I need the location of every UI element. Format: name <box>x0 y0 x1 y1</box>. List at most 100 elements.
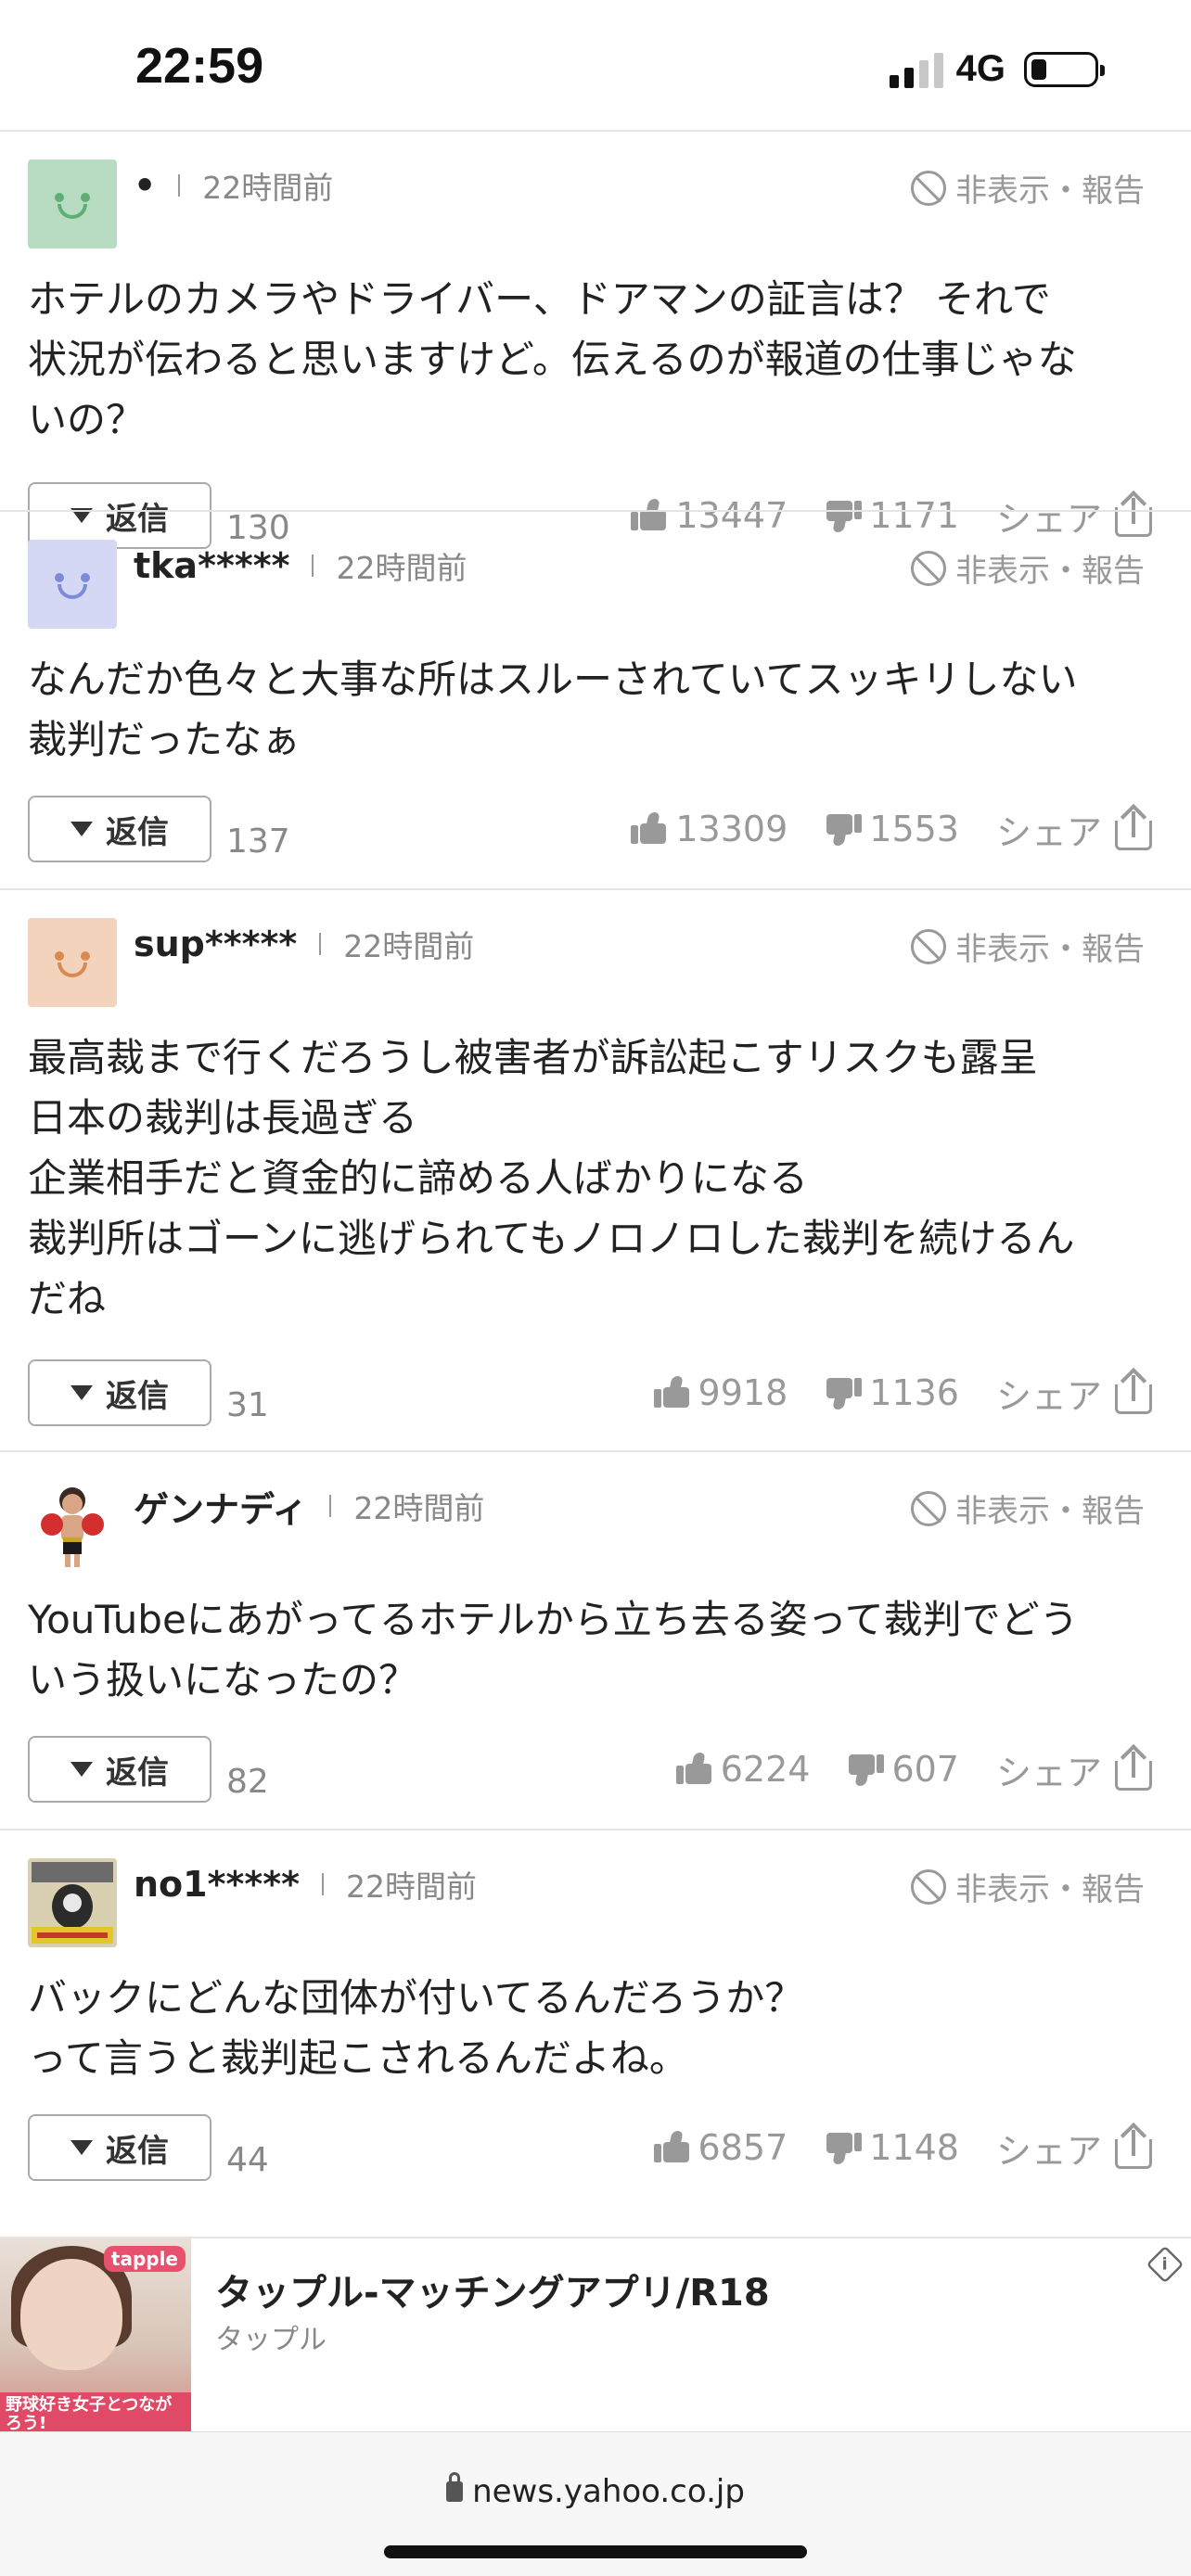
hide-report-button[interactable]: 非表示・報告 <box>911 1864 1145 1909</box>
comment-text: YouTubeにあがってるホテルから立ち去る姿って裁判でどう いう扱いになったの… <box>28 1597 1079 1702</box>
comment-item: no1***** 22時間前 非表示・報告 バックにどんな団体が付いてるんだろう… <box>0 1829 1191 2218</box>
ad-info-icon[interactable]: i <box>1146 2245 1185 2284</box>
hide-report-button[interactable]: 非表示・報告 <box>911 165 1145 210</box>
comment-item: sup***** 22時間前 非表示・報告 最高裁まで行くだろうし被害者が訴訟起… <box>0 888 1191 1450</box>
username[interactable]: tka***** <box>134 545 289 586</box>
username[interactable]: • <box>134 165 156 206</box>
like-button[interactable]: 13309 <box>631 809 788 849</box>
ad-thumb-banner: 野球好き女子とつながろう! <box>0 2392 191 2433</box>
dislike-button[interactable]: 1136 <box>825 1372 959 1413</box>
share-button[interactable]: シェア <box>995 2122 1152 2174</box>
thumbs-up-icon <box>653 2131 691 2164</box>
ad-banner[interactable]: tapple 野球好き女子とつながろう! タップル-マッチングアプリ/R18 タ… <box>0 2237 1191 2433</box>
boxer-avatar-icon <box>41 1487 104 1567</box>
comment-actions: 返信 31 9918 1136 シェア <box>28 1359 1152 1426</box>
badge-avatar-icon <box>28 1858 117 1947</box>
share-button[interactable]: シェア <box>995 1367 1152 1419</box>
comment-text: バックにどんな団体が付いてるんだろうか？ って言うと裁判起こされるんだよね。 <box>28 1975 804 2081</box>
timestamp: 22時間前 <box>202 170 334 206</box>
comment-item: tka***** 22時間前 非表示・報告 なんだか色々と大事な所はスルーされて… <box>0 510 1191 888</box>
signal-icon <box>889 51 943 88</box>
like-button[interactable]: 6857 <box>653 2127 788 2168</box>
avatar[interactable] <box>28 159 117 249</box>
reply-count: 44 <box>226 2141 269 2179</box>
username[interactable]: sup***** <box>134 924 297 964</box>
smiley-icon <box>28 159 117 249</box>
ban-icon <box>911 170 946 206</box>
reply-button[interactable]: 返信 <box>28 1736 211 1803</box>
avatar[interactable] <box>28 918 117 1007</box>
ad-brand-badge: tapple <box>103 2246 186 2272</box>
comment-meta: • 22時間前 <box>134 159 333 211</box>
url-display[interactable]: news.yahoo.co.jp <box>0 2472 1191 2510</box>
timestamp: 22時間前 <box>345 1868 477 1905</box>
avatar[interactable] <box>28 1858 117 1947</box>
avatar[interactable] <box>28 540 117 629</box>
thumbs-up-icon <box>653 1376 691 1409</box>
caret-down-icon <box>70 1762 93 1777</box>
dislike-button[interactable]: 607 <box>847 1749 959 1790</box>
share-icon <box>1115 1367 1152 1414</box>
reply-button[interactable]: 返信 <box>28 2114 211 2181</box>
ad-title[interactable]: タップル-マッチングアプリ/R18 <box>215 2263 770 2316</box>
comment-text: 最高裁まで行くだろうし被害者が訴訟起こすリスクも露呈 日本の裁判は長過ぎる 企業… <box>28 1035 1075 1321</box>
dislike-button[interactable]: 1148 <box>825 2127 959 2168</box>
hide-report-label: 非表示・報告 <box>955 172 1145 210</box>
dislike-count: 1148 <box>869 2127 959 2168</box>
lock-icon <box>446 2472 464 2502</box>
dislike-count: 607 <box>891 1749 959 1790</box>
thumbs-down-icon <box>825 1376 863 1409</box>
share-icon <box>1115 803 1152 850</box>
dislike-button[interactable]: 1553 <box>825 809 959 849</box>
timestamp: 22時間前 <box>343 928 475 964</box>
username[interactable]: ゲンナディ <box>134 1481 307 1532</box>
hide-report-label: 非表示・報告 <box>955 1871 1145 1908</box>
share-label: シェア <box>995 811 1102 853</box>
comment-item: ゲンナディ 22時間前 非表示・報告 YouTubeにあがってるホテルから立ち去… <box>0 1450 1191 1829</box>
ad-advertiser: タップル <box>215 2324 327 2356</box>
share-label: シェア <box>995 1375 1102 1417</box>
smiley-icon <box>28 918 117 1007</box>
like-count: 6224 <box>720 1749 811 1790</box>
like-button[interactable]: 9918 <box>653 1372 788 1413</box>
reply-button[interactable]: 返信 <box>28 1359 211 1426</box>
share-icon <box>1115 2122 1152 2169</box>
hide-report-button[interactable]: 非表示・報告 <box>911 545 1145 591</box>
share-button[interactable]: シェア <box>996 1743 1152 1795</box>
comment-meta: ゲンナディ 22時間前 <box>134 1480 484 1532</box>
avatar[interactable] <box>28 1480 117 1569</box>
status-bar: 22:59 4G <box>0 0 1191 130</box>
url-text: news.yahoo.co.jp <box>472 2473 745 2510</box>
reply-label: 返信 <box>106 813 169 851</box>
divider <box>321 1873 324 1895</box>
caret-down-icon <box>70 2140 93 2155</box>
share-button[interactable]: シェア <box>995 803 1152 855</box>
browser-url-bar[interactable]: news.yahoo.co.jp <box>0 2431 1191 2576</box>
thumbs-down-icon <box>847 1753 885 1786</box>
like-count: 13309 <box>675 809 788 849</box>
share-label: シェア <box>995 2130 1102 2172</box>
comment-actions: 返信 44 6857 1148 シェア <box>28 2114 1152 2181</box>
hide-report-label: 非表示・報告 <box>955 1493 1145 1530</box>
ad-thumbnail[interactable]: tapple 野球好き女子とつながろう! <box>0 2238 191 2433</box>
like-button[interactable]: 6224 <box>675 1749 811 1790</box>
reply-label: 返信 <box>106 1753 169 1792</box>
thumbs-up-icon <box>631 812 668 846</box>
reply-count: 82 <box>226 1763 269 1801</box>
hide-report-button[interactable]: 非表示・報告 <box>911 1486 1145 1531</box>
caret-down-icon <box>70 1385 93 1400</box>
thumbs-down-icon <box>825 2131 863 2164</box>
comment-actions: 返信 82 6224 607 シェア <box>28 1736 1152 1803</box>
reply-label: 返信 <box>106 1377 169 1415</box>
dislike-count: 1553 <box>869 809 959 849</box>
ban-icon <box>911 550 946 586</box>
hide-report-button[interactable]: 非表示・報告 <box>911 924 1145 969</box>
thumbs-down-icon <box>825 812 863 846</box>
ban-icon <box>911 928 946 964</box>
username[interactable]: no1***** <box>134 1864 300 1905</box>
comment-item: • 22時間前 非表示・報告 ホテルのカメラやドライバー、ドアマンの証言は？ そ… <box>0 130 1191 549</box>
comment-meta: sup***** 22時間前 <box>134 918 474 970</box>
hide-report-label: 非表示・報告 <box>955 553 1145 590</box>
home-indicator[interactable] <box>384 2545 807 2558</box>
reply-button[interactable]: 返信 <box>28 796 211 862</box>
